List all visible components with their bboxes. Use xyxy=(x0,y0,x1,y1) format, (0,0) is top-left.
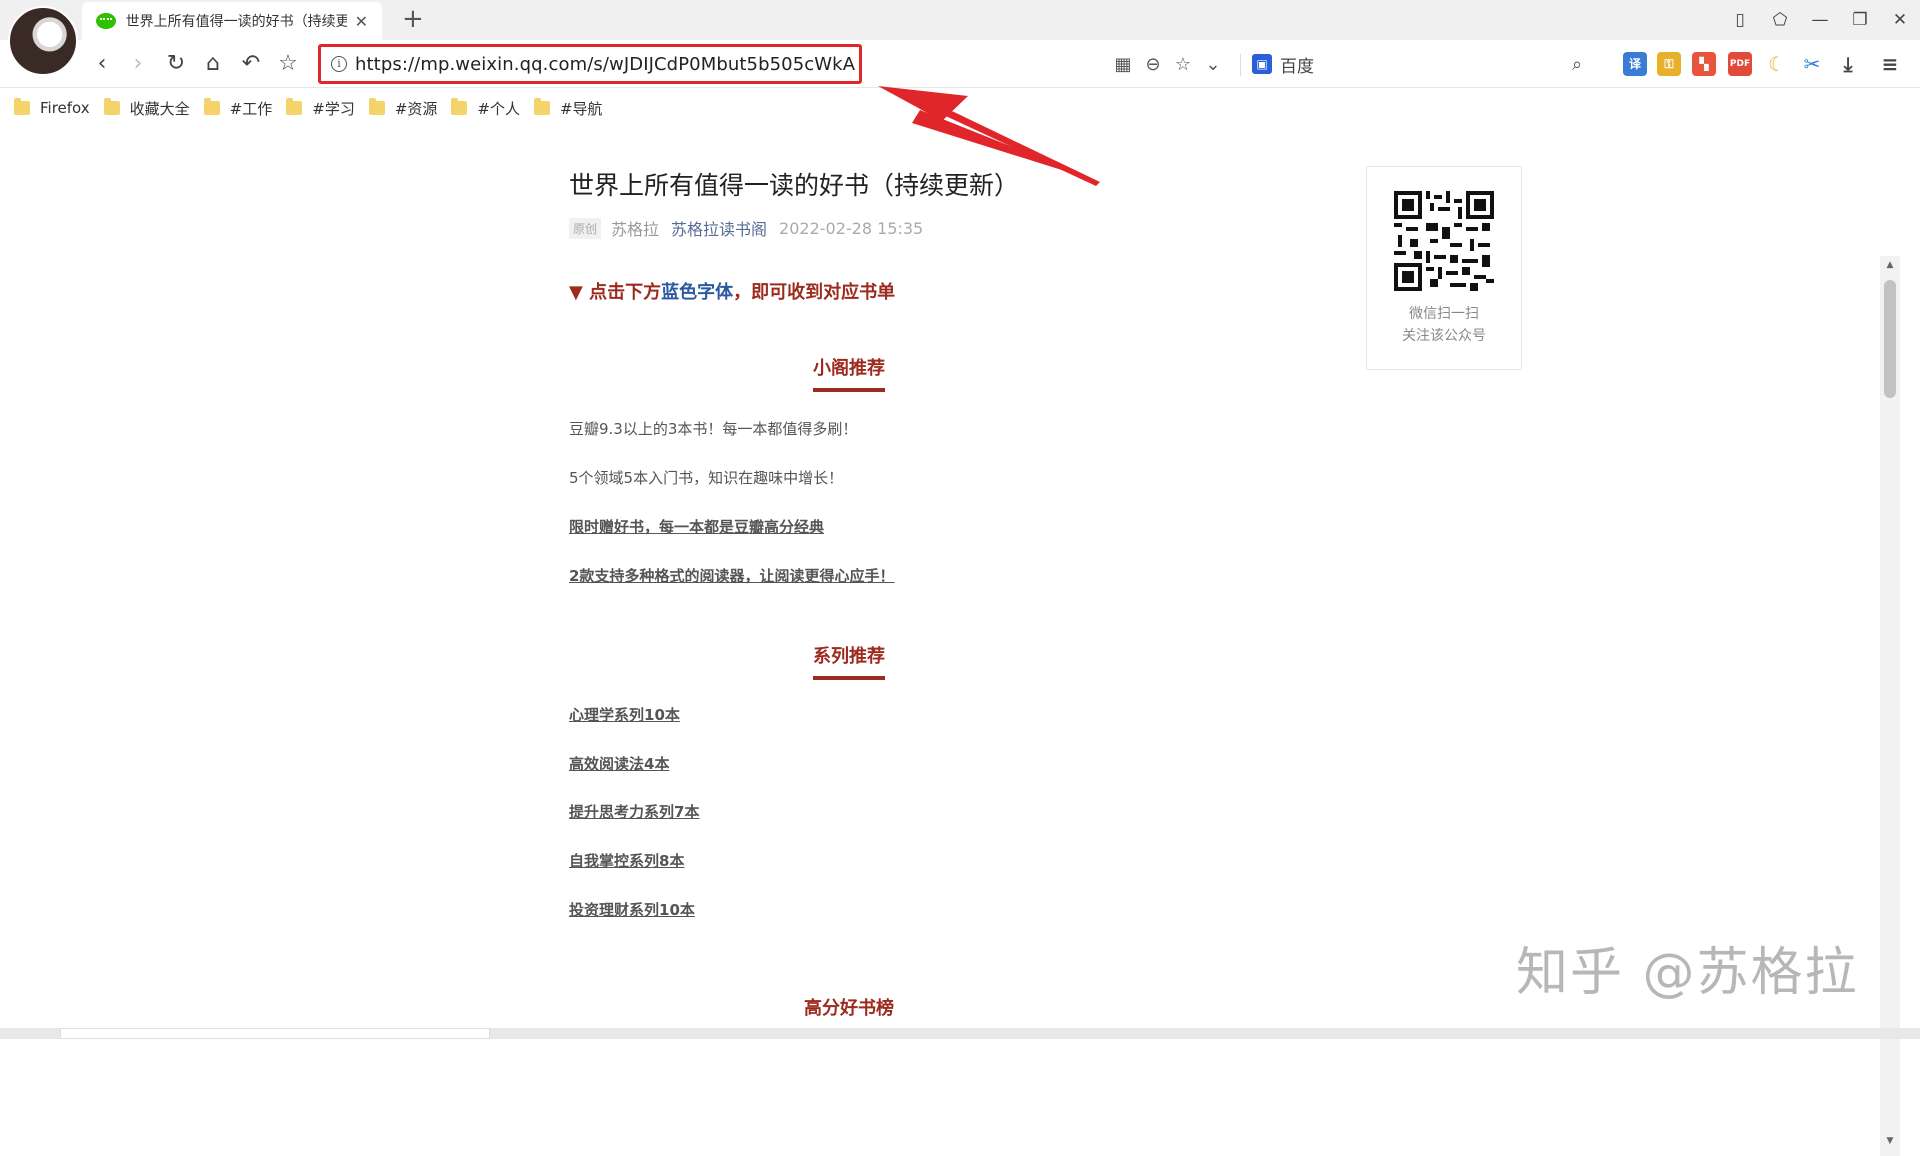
page-content: 世界上所有值得一读的好书（持续更新） 原创 苏格拉 苏格拉读书阁 2022-02… xyxy=(0,128,1900,1028)
series-link[interactable]: 提升思考力系列7本 xyxy=(569,801,699,822)
scroll-up-icon[interactable]: ▲ xyxy=(1880,260,1900,276)
navigation-bar: ‹ › ↻ ⌂ ↶ ☆ i https://mp.weixin.qq.com/s… xyxy=(0,40,1920,88)
baidu-icon: ▣ xyxy=(1252,54,1272,74)
forward-button[interactable]: › xyxy=(122,48,154,80)
qr-code-icon[interactable]: ▦ xyxy=(1112,54,1134,75)
folder-icon xyxy=(369,101,385,115)
status-segment xyxy=(60,1028,490,1039)
site-info-icon[interactable]: i xyxy=(331,56,347,72)
article-title: 世界上所有值得一读的好书（持续更新） xyxy=(569,166,1019,202)
tab-title: 世界上所有值得一读的好书（持续更新） xyxy=(126,11,347,31)
restore-button[interactable]: ❐ xyxy=(1840,10,1880,30)
folder-icon xyxy=(204,101,220,115)
profile-avatar[interactable] xyxy=(8,6,78,76)
bookmark-star-button[interactable]: ☆ xyxy=(272,48,304,80)
search-engine-box[interactable]: ▣ 百度 xyxy=(1252,48,1314,80)
search-engine-label: 百度 xyxy=(1280,52,1314,77)
search-icon[interactable]: ⌕ xyxy=(1572,54,1582,75)
bookmarks-bar: Firefox 收藏大全 #工作 #学习 #资源 #个人 #导航 xyxy=(0,89,1920,127)
original-badge: 原创 xyxy=(569,218,601,239)
bookmark-firefox[interactable]: Firefox xyxy=(14,99,90,117)
url-text[interactable]: https://mp.weixin.qq.com/s/wJDIJCdP0Mbut… xyxy=(355,54,855,75)
vertical-scrollbar[interactable]: ▲ ▼ xyxy=(1880,256,1900,1156)
article-link[interactable]: 2款支持多种格式的阅读器，让阅读更得心应手！ xyxy=(569,565,894,586)
series-link[interactable]: 自我掌控系列8本 xyxy=(569,850,684,871)
article-meta: 原创 苏格拉 苏格拉读书阁 2022-02-28 15:35 xyxy=(569,216,923,240)
qr-code-image xyxy=(1394,191,1494,291)
qr-code-card: 微信扫一扫 关注该公众号 xyxy=(1366,166,1522,370)
tab-close-icon[interactable]: ✕ xyxy=(355,12,368,31)
address-bar[interactable]: i https://mp.weixin.qq.com/s/wJDIJCdP0Mb… xyxy=(318,44,862,84)
window-controls: ▯ ⬠ — ❐ ✕ xyxy=(1720,0,1920,40)
qr-caption: 微信扫一扫 关注该公众号 xyxy=(1367,303,1521,347)
bookmark-collections[interactable]: 收藏大全 xyxy=(104,98,190,119)
bookmark-study[interactable]: #学习 xyxy=(286,98,355,119)
undo-close-button[interactable]: ↶ xyxy=(235,48,267,80)
key-extension-icon[interactable]: ⚿ xyxy=(1657,52,1681,76)
menu-icon[interactable]: ≡ xyxy=(1878,52,1902,76)
new-tab-button[interactable]: + xyxy=(402,4,424,34)
moon-extension-icon[interactable]: ☾ xyxy=(1765,52,1789,76)
apps-extension-icon[interactable]: ▚ xyxy=(1692,52,1716,76)
pdf-extension-icon[interactable]: PDF xyxy=(1728,52,1752,76)
blue-text-highlight: 蓝色字体 xyxy=(661,282,733,303)
active-tab[interactable]: 世界上所有值得一读的好书（持续更新） ✕ xyxy=(82,2,382,40)
section-heading-top-books: 高分好书榜 xyxy=(569,994,1129,1032)
scroll-thumb[interactable] xyxy=(1884,280,1896,398)
paragraph: 豆瓣9.3以上的3本书！每一本都值得多刷！ xyxy=(569,418,857,439)
publish-date: 2022-02-28 15:35 xyxy=(779,219,923,238)
zoom-icon[interactable]: ⊖ xyxy=(1142,54,1164,75)
folder-icon xyxy=(451,101,467,115)
paragraph: 5个领域5本入门书，知识在趣味中增长！ xyxy=(569,467,843,488)
chevron-down-icon[interactable]: ⌄ xyxy=(1202,54,1224,75)
series-link[interactable]: 投资理财系列10本 xyxy=(569,899,695,920)
favorite-icon[interactable]: ☆ xyxy=(1172,54,1194,75)
tab-strip: 世界上所有值得一读的好书（持续更新） ✕ + ▯ ⬠ — ❐ ✕ xyxy=(0,0,1920,40)
bookmark-navigation[interactable]: #导航 xyxy=(534,98,603,119)
follow-prompt: ▼ 点击下方蓝色字体，即可收到对应书单 xyxy=(569,278,895,304)
download-icon[interactable]: ⤓ xyxy=(1836,52,1860,76)
back-button[interactable]: ‹ xyxy=(86,48,118,80)
reload-button[interactable]: ↻ xyxy=(160,48,192,80)
folder-icon xyxy=(286,101,302,115)
bookmark-work[interactable]: #工作 xyxy=(204,98,273,119)
status-bar xyxy=(0,1028,1920,1039)
folder-icon xyxy=(14,101,30,115)
account-link[interactable]: 苏格拉读书阁 xyxy=(671,216,767,240)
section-heading-recommend: 小阁推荐 xyxy=(569,354,1129,392)
series-link[interactable]: 高效阅读法4本 xyxy=(569,753,669,774)
skin-icon[interactable]: ⬠ xyxy=(1760,10,1800,30)
series-link[interactable]: 心理学系列10本 xyxy=(569,704,680,725)
bookmark-personal[interactable]: #个人 xyxy=(451,98,520,119)
author-name: 苏格拉 xyxy=(611,216,659,240)
address-tools: ▦ ⊖ ☆ ⌄ xyxy=(1112,48,1224,80)
screenshot-scissors-icon[interactable]: ✂ xyxy=(1800,52,1824,76)
bookmark-resources[interactable]: #资源 xyxy=(369,98,438,119)
close-window-button[interactable]: ✕ xyxy=(1880,10,1920,30)
sidebar-toggle-icon[interactable]: ▯ xyxy=(1720,10,1760,30)
divider xyxy=(1240,54,1241,76)
wechat-icon xyxy=(96,13,116,29)
folder-icon xyxy=(534,101,550,115)
section-heading-series: 系列推荐 xyxy=(569,642,1129,680)
home-button[interactable]: ⌂ xyxy=(197,48,229,80)
zhihu-watermark: 知乎 @苏格拉 xyxy=(1516,930,1859,1005)
article-link[interactable]: 限时赠好书，每一本都是豆瓣高分经典 xyxy=(569,516,824,537)
translate-extension-icon[interactable]: 译 xyxy=(1623,52,1647,76)
minimize-button[interactable]: — xyxy=(1800,10,1840,30)
folder-icon xyxy=(104,101,120,115)
scroll-down-icon[interactable]: ▼ xyxy=(1880,1136,1900,1152)
